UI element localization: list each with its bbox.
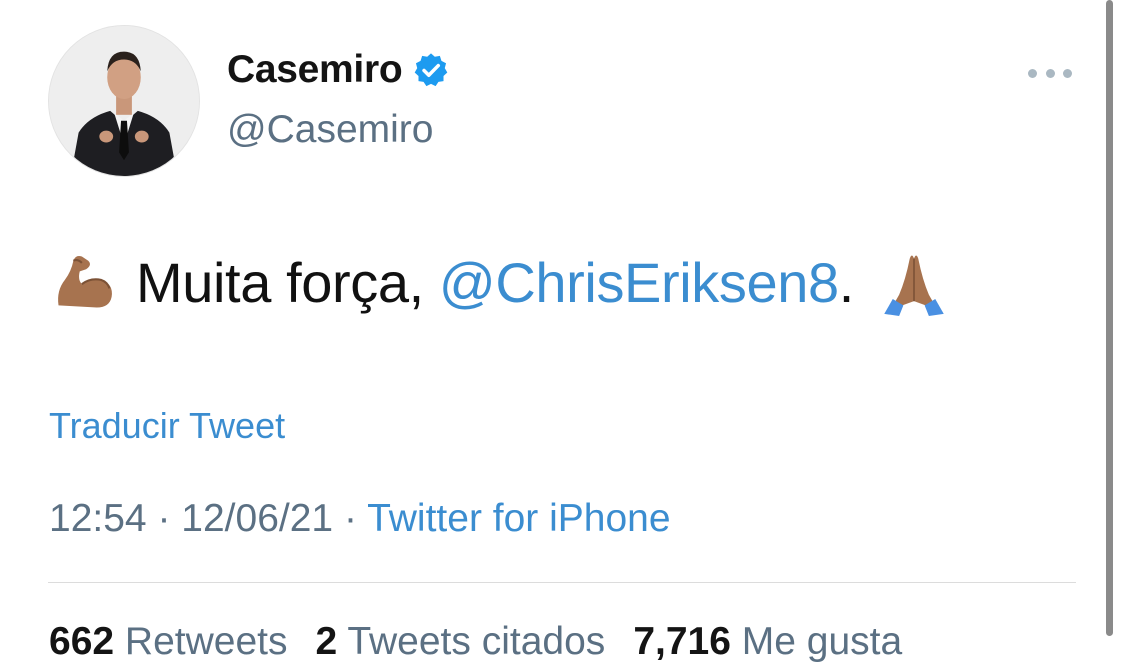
divider <box>48 582 1076 583</box>
retweets-label: Retweets <box>124 620 288 663</box>
tweet-text-end: . <box>838 250 855 314</box>
author-handle[interactable]: @Casemiro <box>227 108 433 152</box>
quote-tweets-stat[interactable]: 2 Tweets citados <box>316 620 606 663</box>
likes-count: 7,716 <box>633 620 731 663</box>
meta-separator: · <box>157 497 171 540</box>
more-dot <box>1045 68 1055 78</box>
author-display-name[interactable]: Casemiro <box>227 48 403 92</box>
likes-label: Me gusta <box>741 620 903 663</box>
more-dot <box>1028 68 1037 78</box>
tweet-time[interactable]: 12:54 <box>49 497 147 540</box>
flexed-biceps-emoji <box>50 248 118 316</box>
scrollbar[interactable] <box>1106 0 1113 636</box>
quote-tweets-count: 2 <box>315 620 338 663</box>
retweets-count: 662 <box>49 620 115 663</box>
author-name-row[interactable]: Casemiro <box>227 48 450 92</box>
quote-tweets-label: Tweets citados <box>347 620 606 663</box>
tweet-stats: 662 Retweets 2 Tweets citados 7,716 Me gus… <box>49 620 902 664</box>
tweet-metadata: 12:54 · 12/06/21 · Twitter for iPhone <box>49 497 671 541</box>
avatar[interactable] <box>48 25 200 177</box>
retweets-stat[interactable]: 662 Retweets <box>49 620 288 663</box>
meta-separator: · <box>343 497 357 540</box>
more-dot <box>1063 68 1072 78</box>
profile-photo <box>49 26 199 176</box>
tweet-source-link[interactable]: Twitter for iPhone <box>367 497 670 540</box>
tweet-text: Muita força, @ChrisEriksen8 . <box>50 248 948 316</box>
likes-stat[interactable]: 7,716 Me gusta <box>633 620 902 663</box>
tweet-date[interactable]: 12/06/21 <box>181 497 333 540</box>
more-options-icon[interactable] <box>1028 62 1072 84</box>
tweet-text-lead: Muita força, <box>136 250 439 314</box>
folded-hands-emoji <box>880 248 948 316</box>
translate-tweet-link[interactable]: Traducir Tweet <box>49 405 285 447</box>
verified-badge-icon <box>412 51 450 89</box>
mention-link[interactable]: @ChrisEriksen8 <box>439 250 839 315</box>
